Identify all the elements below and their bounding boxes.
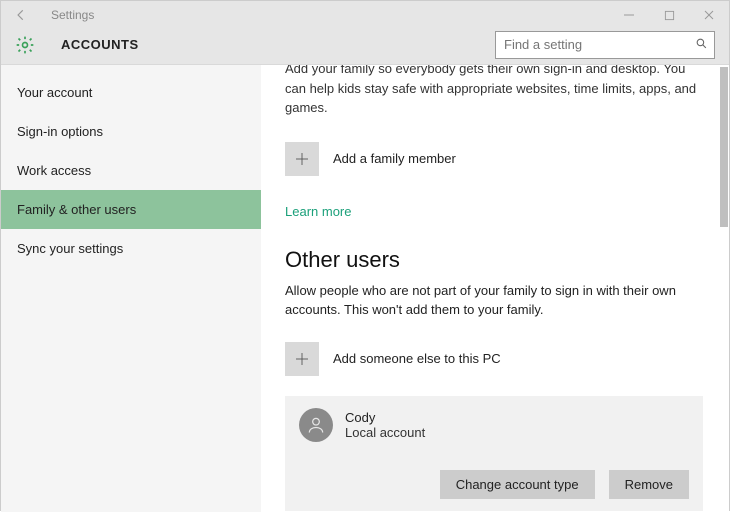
search-box[interactable]	[495, 31, 715, 59]
scrollbar-thumb[interactable]	[720, 67, 728, 227]
search-icon	[695, 37, 708, 53]
add-other-user-row[interactable]: Add someone else to this PC	[285, 342, 703, 376]
add-family-member-row[interactable]: Add a family member	[285, 142, 703, 176]
minimize-button[interactable]	[609, 1, 649, 29]
close-button[interactable]	[689, 1, 729, 29]
sidebar-item-family-other-users[interactable]: Family & other users	[1, 190, 261, 229]
remove-button[interactable]: Remove	[609, 470, 689, 499]
learn-more-link[interactable]: Learn more	[285, 204, 703, 219]
maximize-button[interactable]	[649, 1, 689, 29]
plus-icon	[285, 142, 319, 176]
page-title: ACCOUNTS	[61, 37, 139, 52]
change-account-type-button[interactable]: Change account type	[440, 470, 595, 499]
other-users-desc: Allow people who are not part of your fa…	[285, 281, 703, 320]
scrollbar[interactable]	[719, 65, 729, 510]
window-controls	[609, 1, 729, 29]
gear-icon	[15, 35, 35, 55]
user-name: Cody	[345, 410, 425, 425]
sidebar-item-your-account[interactable]: Your account	[1, 73, 261, 112]
user-card[interactable]: Cody Local account Change account type R…	[285, 396, 703, 511]
sidebar-item-work-access[interactable]: Work access	[1, 151, 261, 190]
sidebar-item-sync-settings[interactable]: Sync your settings	[1, 229, 261, 268]
family-intro-text: Add your family so everybody gets their …	[285, 65, 703, 118]
avatar	[299, 408, 333, 442]
user-subtitle: Local account	[345, 425, 425, 440]
header: ACCOUNTS	[1, 29, 729, 65]
main-content: Add your family so everybody gets their …	[261, 65, 729, 512]
other-users-heading: Other users	[285, 247, 703, 273]
sidebar-item-signin-options[interactable]: Sign-in options	[1, 112, 261, 151]
add-family-label: Add a family member	[333, 151, 456, 166]
back-button[interactable]	[1, 1, 41, 29]
plus-icon	[285, 342, 319, 376]
window-title: Settings	[51, 8, 94, 22]
sidebar: Your account Sign-in options Work access…	[1, 65, 261, 512]
add-other-user-label: Add someone else to this PC	[333, 351, 501, 366]
search-input[interactable]	[502, 36, 695, 53]
title-bar: Settings	[1, 1, 729, 29]
